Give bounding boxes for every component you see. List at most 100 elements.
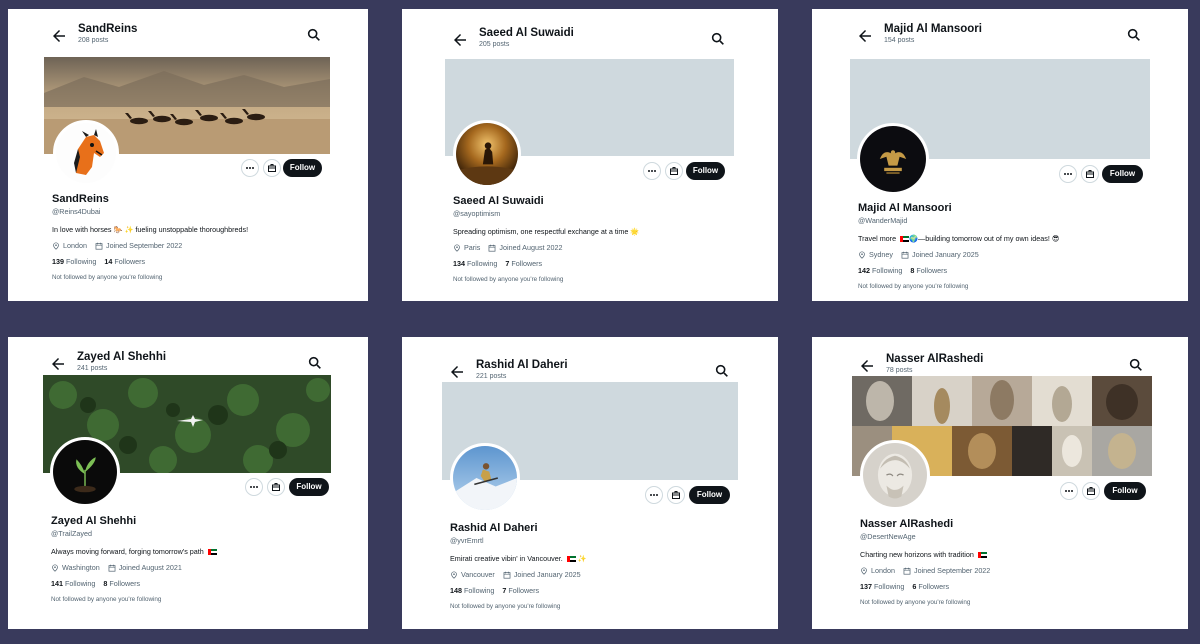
follow-button[interactable]: Follow: [289, 478, 329, 496]
following-link[interactable]: 137 Following: [860, 582, 904, 591]
location-icon: [454, 243, 460, 252]
follow-button[interactable]: Follow: [689, 486, 730, 504]
more-options-button[interactable]: [241, 159, 259, 177]
follow-button[interactable]: Follow: [1102, 165, 1143, 183]
subscribe-button[interactable]: [665, 162, 683, 180]
display-name: Nasser AlRashedi: [860, 518, 954, 530]
profile-avatar[interactable]: [50, 437, 120, 507]
back-arrow-icon[interactable]: [448, 363, 466, 381]
follow-counts: 142 Following 8 Followers: [858, 266, 1142, 275]
followers-link[interactable]: 6 Followers: [912, 582, 949, 591]
profile-actions: Follow: [245, 478, 329, 496]
joined-date: Joined January 2025: [911, 250, 979, 259]
following-link[interactable]: 142 Following: [858, 266, 902, 275]
followers-label: Followers: [511, 259, 543, 268]
header-post-count: 241 posts: [77, 365, 108, 372]
header-post-count: 221 posts: [476, 373, 507, 380]
user-handle: @sayoptimism: [453, 209, 501, 218]
following-link[interactable]: 139 Following: [52, 257, 96, 266]
followers-label: Followers: [114, 257, 146, 266]
joined-date: Joined September 2022: [105, 241, 183, 250]
search-icon[interactable]: [1126, 27, 1142, 43]
more-options-button[interactable]: [643, 162, 661, 180]
back-arrow-icon[interactable]: [451, 31, 469, 49]
header-name: SandReins: [78, 23, 138, 35]
back-arrow-icon[interactable]: [50, 27, 68, 45]
profile-avatar[interactable]: [860, 440, 930, 510]
not-followed-notice: Not followed by anyone you're following: [453, 276, 564, 283]
followers-link[interactable]: 8 Followers: [103, 579, 140, 588]
subscribe-button[interactable]: [1082, 482, 1100, 500]
followers-count: 6: [912, 582, 917, 591]
follow-button[interactable]: Follow: [686, 162, 725, 180]
follow-button[interactable]: Follow: [1104, 482, 1146, 500]
more-options-button[interactable]: [245, 478, 263, 496]
profile-header: Majid Al Mansoori 154 posts: [850, 17, 1150, 57]
more-options-button[interactable]: [1059, 165, 1077, 183]
back-arrow-icon[interactable]: [856, 27, 874, 45]
followers-count: 14: [104, 257, 113, 266]
following-count: 142: [858, 266, 870, 275]
header-name: Saeed Al Suwaidi: [479, 27, 574, 39]
following-link[interactable]: 148 Following: [450, 586, 494, 595]
profile-card-sandreins: SandReins 208 posts Follow SandReins @Re…: [8, 9, 368, 301]
uae-flag-icon: [566, 556, 576, 563]
profile-info: Rashid Al Daheri @yvrEmrtl Emirati creat…: [450, 522, 730, 610]
profile-info: SandReins @Reins4Dubai In love with hors…: [52, 193, 322, 281]
search-icon[interactable]: [714, 363, 730, 379]
more-options-button[interactable]: [1060, 482, 1078, 500]
following-link[interactable]: 134 Following: [453, 259, 497, 268]
followers-label: Followers: [918, 582, 950, 591]
header-post-count: 208 posts: [78, 37, 109, 44]
profile-meta: Paris Joined August 2022: [453, 243, 726, 252]
display-name: SandReins: [52, 193, 109, 205]
followers-link[interactable]: 14 Followers: [104, 257, 145, 266]
profile-avatar[interactable]: [857, 123, 929, 195]
profile-bio: Always moving forward, forging tomorrow'…: [51, 547, 323, 556]
subscribe-button[interactable]: [667, 486, 685, 504]
bio-text: Always moving forward, forging tomorrow'…: [51, 547, 204, 556]
profile-actions: Follow: [241, 159, 322, 177]
subscribe-button[interactable]: [1081, 165, 1099, 183]
back-arrow-icon[interactable]: [858, 357, 876, 375]
followers-link[interactable]: 7 Followers: [502, 586, 539, 595]
followers-link[interactable]: 7 Followers: [505, 259, 542, 268]
not-followed-notice: Not followed by anyone you're following: [450, 603, 561, 610]
header-post-count: 154 posts: [884, 37, 915, 44]
user-handle: @TrailZayed: [51, 529, 92, 538]
search-icon[interactable]: [710, 31, 726, 47]
not-followed-notice: Not followed by anyone you're following: [860, 599, 971, 606]
search-icon[interactable]: [306, 27, 322, 43]
followers-link[interactable]: 8 Followers: [910, 266, 947, 275]
subscribe-button[interactable]: [267, 478, 285, 496]
more-options-button[interactable]: [645, 486, 663, 504]
profile-avatar[interactable]: [453, 120, 521, 188]
following-label: Following: [464, 586, 495, 595]
profile-bio: Charting new horizons with tradition: [860, 550, 1144, 559]
follow-counts: 137 Following 6 Followers: [860, 582, 1144, 591]
more-icon: [650, 494, 658, 496]
following-link[interactable]: 141 Following: [51, 579, 95, 588]
subscribe-icon: [1086, 170, 1094, 178]
profile-header: Saeed Al Suwaidi 205 posts: [445, 21, 734, 61]
subscribe-button[interactable]: [263, 159, 281, 177]
profile-avatar[interactable]: [450, 443, 520, 513]
search-icon[interactable]: [307, 355, 323, 371]
more-icon: [1064, 173, 1072, 175]
uae-flag-icon: [207, 549, 217, 556]
user-handle: @Reins4Dubai: [52, 207, 101, 216]
subscribe-icon: [272, 483, 280, 491]
profile-bio: In love with horses 🐎 ✨ fueling unstoppa…: [52, 225, 249, 234]
profile-avatar[interactable]: [53, 120, 119, 186]
header-name: Majid Al Mansoori: [884, 23, 982, 35]
back-arrow-icon[interactable]: [49, 355, 67, 373]
search-icon[interactable]: [1128, 357, 1144, 373]
profile-card-zayed: Zayed Al Shehhi 241 posts Follow Zayed A…: [8, 337, 368, 629]
bio-text-start: Emirati creative vibin' in Vancouver.: [450, 554, 565, 563]
location-icon: [861, 566, 867, 575]
follow-button[interactable]: Follow: [283, 159, 322, 177]
location-icon: [52, 563, 58, 572]
header-post-count: 78 posts: [886, 367, 913, 374]
bio-text-end: 🌍—building tomorrow out of my own ideas!…: [909, 234, 1060, 243]
location: London: [871, 566, 895, 575]
